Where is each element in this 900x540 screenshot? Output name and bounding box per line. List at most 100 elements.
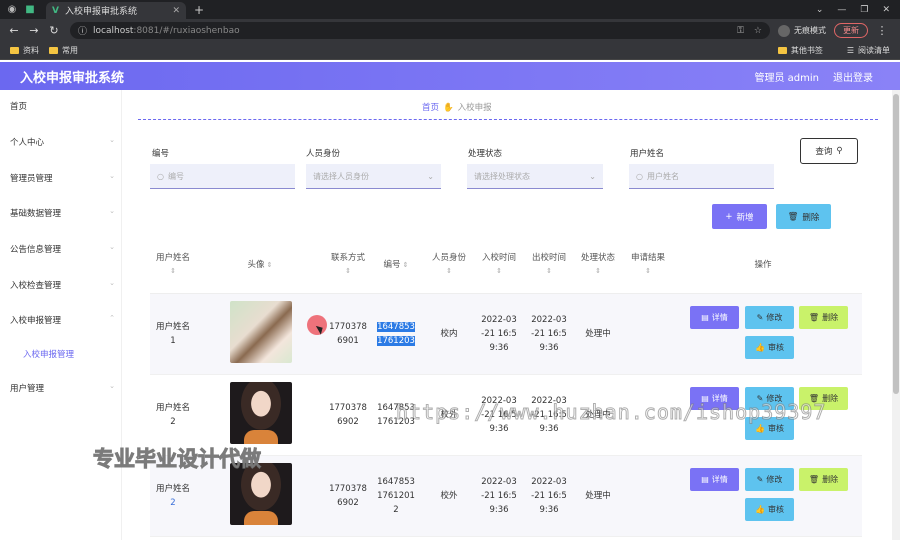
cell-identity: 校内 [440, 329, 458, 339]
other-bookmarks[interactable]: 其他书签 [777, 45, 823, 56]
delete-button[interactable]: 🗑 删除 [776, 204, 831, 229]
col-label: 处理状态 [580, 253, 615, 263]
col-in-time[interactable]: 入校时间 ⇕ [476, 252, 522, 278]
sidebar-item-home[interactable]: 首页 [10, 100, 115, 112]
table-row[interactable]: 用户姓名 2 1770378 6902 1647853 1761203 校外 2022… [150, 375, 862, 456]
bookmark-folder[interactable]: 常用 [49, 45, 78, 56]
sort-icon[interactable]: ⇕ [575, 265, 621, 278]
sidebar-item-label: 基础数据管理 [10, 209, 62, 219]
update-button[interactable]: 更新 [834, 23, 868, 38]
sort-icon[interactable]: ⇕ [526, 265, 572, 278]
row-delete-button[interactable]: 🗑 删除 [799, 387, 848, 410]
phone-line2: 6901 [337, 336, 359, 346]
sort-icon[interactable]: ⇕ [150, 265, 196, 278]
col-number[interactable]: 编号 ⇕ [376, 259, 416, 272]
edit-button[interactable]: ✎ 修改 [745, 387, 794, 410]
sort-icon[interactable]: ⇕ [625, 265, 671, 278]
sort-icon[interactable]: ⇕ [476, 265, 522, 278]
edit-label: 修改 [766, 475, 783, 484]
globe-icon[interactable]: ◉ [6, 4, 18, 16]
minimize-icon[interactable]: — [837, 5, 846, 15]
browser-tab[interactable]: V 入校申报审批系统 ✕ [46, 2, 186, 19]
url-path: :8081/#/ruxiaoshenbao [133, 25, 240, 36]
number-input[interactable]: ○ 编号 [150, 164, 295, 189]
audit-button[interactable]: 👍 审核 [745, 417, 794, 440]
add-button[interactable]: + 新增 [712, 204, 767, 229]
sidebar-subitem-declarations[interactable]: 入校申报管理 [23, 348, 128, 360]
col-username[interactable]: 用户姓名 ⇕ [150, 252, 196, 278]
detail-button[interactable]: ▤ 详情 [690, 387, 739, 410]
delete-label: 删除 [822, 394, 839, 403]
sort-icon[interactable]: ⇕ [403, 261, 409, 269]
out-time-line1: 2022-03 [531, 315, 567, 325]
maximize-icon[interactable]: ❐ [860, 5, 868, 15]
cell-username: 用户姓名 1 [150, 320, 196, 348]
close-window-icon[interactable]: ✕ [882, 5, 890, 15]
number-line2: 1761203 [377, 336, 415, 346]
table-row[interactable]: 用户姓名 2 1770378 6902 1647853 1761201 2 校外 202… [150, 456, 862, 537]
identity-select[interactable]: 请选择人员身份 ⌄ [306, 164, 441, 189]
bookmark-folder[interactable]: 资料 [10, 45, 39, 56]
new-tab-icon[interactable]: + [194, 3, 204, 17]
table-row[interactable]: 用户姓名 1 1770378 6901 1647853 1761203 校内 2022… [150, 294, 862, 375]
close-tab-icon[interactable]: ✕ [172, 6, 180, 16]
status-select[interactable]: 请选择处理状态 ⌄ [467, 164, 603, 189]
chevron-down-icon: ⌄ [109, 172, 115, 180]
col-out-time[interactable]: 出校时间 ⇕ [526, 252, 572, 278]
scrollbar[interactable] [892, 90, 900, 540]
chevron-down-icon[interactable]: ⌄ [816, 5, 824, 15]
col-phone[interactable]: 联系方式 ⇕ [325, 252, 371, 278]
col-status[interactable]: 处理状态 ⇕ [575, 252, 621, 278]
star-icon[interactable]: ☆ [754, 26, 762, 36]
detail-button[interactable]: ▤ 详情 [690, 306, 739, 329]
sidebar-item-declarations[interactable]: 入校申报管理 ⌃ [10, 314, 115, 326]
detail-button[interactable]: ▤ 详情 [690, 468, 739, 491]
edit-button[interactable]: ✎ 修改 [745, 306, 794, 329]
browser-tabbar: ◉ ■ V 入校申报审批系统 ✕ + ⌄ — ❐ ✕ [0, 0, 900, 19]
menu-icon[interactable]: ⋮ [876, 24, 888, 37]
cell-status: 处理中 [585, 491, 611, 501]
search-button[interactable]: 查询 ⚲ [800, 138, 858, 164]
in-time-line2: -21 16:5 [481, 410, 517, 420]
username-input[interactable]: ○ 用户姓名 [629, 164, 774, 189]
app-icon[interactable]: ■ [24, 4, 36, 16]
key-icon[interactable]: ⚿ [737, 26, 744, 36]
number-line3: 2 [393, 505, 399, 515]
col-identity[interactable]: 人员身份 ⇕ [426, 252, 472, 278]
edit-button[interactable]: ✎ 修改 [745, 468, 794, 491]
sidebar-item-users[interactable]: 用户管理 ⌄ [10, 382, 115, 394]
back-icon[interactable]: ← [8, 24, 20, 37]
number-line2: 1761201 [377, 491, 415, 501]
status-label: 处理状态 [468, 149, 503, 159]
logout-link[interactable]: 退出登录 [833, 69, 873, 84]
sidebar-item-profile[interactable]: 个人中心 ⌄ [10, 136, 115, 148]
reading-list[interactable]: ☰ 阅读清单 [847, 45, 890, 56]
scrollbar-thumb[interactable] [893, 94, 899, 394]
trash-icon: 🗑 [808, 394, 820, 403]
incognito-indicator[interactable]: 无痕模式 [778, 24, 826, 37]
sidebar-item-notices[interactable]: 公告信息管理 ⌄ [10, 243, 115, 255]
reload-icon[interactable]: ↻ [48, 24, 60, 37]
info-icon[interactable]: ⓘ [78, 24, 87, 37]
url-field[interactable]: ⓘ localhost:8081/#/ruxiaoshenbao ⚿ ☆ [70, 22, 770, 39]
sidebar-item-admins[interactable]: 管理员管理 ⌄ [10, 172, 115, 184]
sort-icon[interactable]: ⇕ [267, 261, 273, 269]
in-time-line2: -21 16:5 [481, 491, 517, 501]
sidebar-item-checks[interactable]: 入校检查管理 ⌄ [10, 279, 115, 291]
breadcrumb-home[interactable]: 首页 [422, 103, 439, 113]
audit-button[interactable]: 👍 审核 [745, 498, 794, 521]
col-label: 人员身份 [431, 253, 466, 263]
audit-button[interactable]: 👍 审核 [745, 336, 794, 359]
forward-icon[interactable]: → [28, 24, 40, 37]
row-delete-button[interactable]: 🗑 删除 [799, 306, 848, 329]
reading-list-icon: ☰ [846, 46, 854, 55]
phone-line1: 1770378 [329, 484, 367, 494]
sidebar-item-basedata[interactable]: 基础数据管理 ⌄ [10, 207, 115, 219]
sort-icon[interactable]: ⇕ [325, 265, 371, 278]
search-button-label: 查询 [815, 147, 833, 157]
sort-icon[interactable]: ⇕ [426, 265, 472, 278]
col-avatar[interactable]: 头像 ⇕ [235, 259, 285, 272]
col-result[interactable]: 申请结果 ⇕ [625, 252, 671, 278]
username-index: 1 [170, 336, 176, 346]
row-delete-button[interactable]: 🗑 删除 [799, 468, 848, 491]
